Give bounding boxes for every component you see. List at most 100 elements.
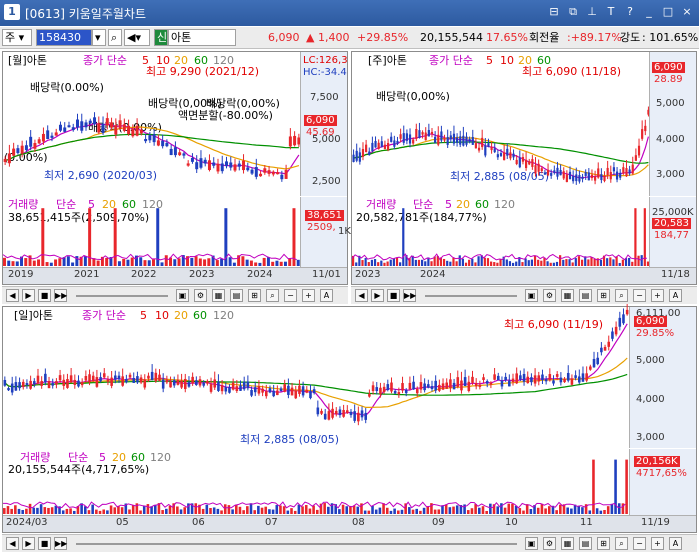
- daily-vol-bar: [43, 507, 47, 514]
- weekly-candle: [584, 172, 587, 176]
- weekly-prev-icon[interactable]: ◀: [355, 289, 368, 302]
- daily-text-size-icon[interactable]: A: [669, 537, 682, 550]
- monthly-search-icon[interactable]: ⌕: [266, 289, 279, 302]
- monthly-vol-bar: [164, 255, 168, 266]
- weekly-search-icon[interactable]: ⌕: [615, 289, 628, 302]
- monthly-text-size-icon[interactable]: A: [320, 289, 333, 302]
- weekly-settings-icon[interactable]: ⚙: [543, 289, 556, 302]
- weekly-scroll-slider[interactable]: [425, 295, 517, 297]
- monthly-vol-bar: [156, 208, 160, 266]
- monthly-vol-bar: [254, 262, 258, 266]
- weekly-grid-icon[interactable]: ▣: [525, 289, 538, 302]
- duplicate-icon[interactable]: ⧉: [565, 4, 581, 20]
- daily-zoom-in-icon[interactable]: +: [651, 537, 664, 550]
- weekly-layout-icon[interactable]: ⊞: [597, 289, 610, 302]
- daily-candle: [482, 377, 485, 380]
- daily-vol-bar: [146, 504, 150, 514]
- monthly-layout-icon[interactable]: ⊞: [248, 289, 261, 302]
- stock-code-input[interactable]: 158430: [36, 29, 92, 46]
- monthly-settings-icon[interactable]: ⚙: [194, 289, 207, 302]
- monthly-list-icon[interactable]: ▤: [230, 289, 243, 302]
- daily-scroll-slider[interactable]: [76, 543, 517, 545]
- monthly-zoom-out-icon[interactable]: −: [284, 289, 297, 302]
- monthly-next-icon[interactable]: ▶: [22, 289, 35, 302]
- daily-vol-bar: [14, 505, 17, 514]
- daily-vol-bar: [201, 508, 205, 514]
- daily-zoom-out-icon[interactable]: −: [633, 537, 646, 550]
- daily-candle: [279, 388, 283, 392]
- weekly-candle: [393, 140, 396, 147]
- monthly-bar-icon[interactable]: ▦: [212, 289, 225, 302]
- code-dropdown-icon[interactable]: ▾: [92, 29, 106, 46]
- weekly-candle: [550, 172, 553, 176]
- weekly-text-size-icon[interactable]: A: [669, 289, 682, 302]
- daily-vol-bar: [25, 508, 28, 514]
- daily-stop-icon[interactable]: ■: [38, 537, 51, 550]
- monthly-hc: HC:-34.4: [303, 67, 347, 78]
- daily-candle: [614, 326, 618, 335]
- pin-icon[interactable]: ⊥: [584, 4, 600, 20]
- weekly-next-icon[interactable]: ▶: [371, 289, 384, 302]
- daily-candle: [548, 374, 552, 381]
- daily-search-icon[interactable]: ⌕: [615, 537, 628, 550]
- daily-layout-icon[interactable]: ⊞: [597, 537, 610, 550]
- daily-bar-icon[interactable]: ▦: [561, 537, 574, 550]
- daily-candle: [253, 387, 257, 393]
- daily-candle: [600, 347, 603, 353]
- daily-next-icon[interactable]: ▶: [22, 537, 35, 550]
- monthly-prev-icon[interactable]: ◀: [6, 289, 19, 302]
- daily-candle: [198, 379, 202, 386]
- monthly-candle: [207, 160, 211, 171]
- daily-vol-bar: [249, 503, 253, 514]
- text-icon[interactable]: T: [603, 4, 619, 20]
- link-icon[interactable]: ⊟: [546, 4, 562, 20]
- minimize-button[interactable]: _: [641, 4, 657, 20]
- weekly-candle: [443, 138, 446, 141]
- monthly-xtick-2019: 2019: [8, 269, 34, 280]
- daily-candle: [220, 385, 224, 392]
- monthly-candle: [54, 132, 58, 136]
- weekly-bar-icon[interactable]: ▦: [561, 289, 574, 302]
- stock-toolbar: 주 ▾ 158430 ▾ ⌕ ◀▾ 신 아톤 6,090 ▲ 1,400 +29…: [0, 27, 699, 49]
- daily-settings-icon[interactable]: ⚙: [543, 537, 556, 550]
- daily-grid-icon[interactable]: ▣: [525, 537, 538, 550]
- monthly-fast-forward-icon[interactable]: ▶▶: [54, 289, 67, 302]
- weekly-zoom-in-icon[interactable]: +: [651, 289, 664, 302]
- weekly-zoom-out-icon[interactable]: −: [633, 289, 646, 302]
- search-icon[interactable]: ⌕: [108, 29, 122, 46]
- daily-pct-tag: 29.85%: [636, 328, 675, 339]
- weekly-vol-tag2: 184,77: [654, 230, 689, 241]
- daily-vol-bar: [3, 508, 6, 514]
- daily-candle: [430, 386, 434, 390]
- weekly-vol-bar: [562, 259, 565, 266]
- daily-candle: [264, 391, 268, 397]
- daily-ma-line: [4, 323, 628, 417]
- market-select[interactable]: 주 ▾: [2, 29, 32, 46]
- maximize-button[interactable]: □: [660, 4, 676, 20]
- monthly-scroll-slider[interactable]: [76, 295, 168, 297]
- daily-candle: [165, 379, 169, 383]
- daily-vol-bar: [529, 509, 533, 514]
- daily-vol-tag: 20,156K: [634, 456, 680, 467]
- monthly-candle: [76, 119, 79, 128]
- weekly-candle: [430, 131, 434, 135]
- daily-prev-icon[interactable]: ◀: [6, 537, 19, 550]
- weekly-vol-bar: [643, 208, 646, 266]
- daily-candle: [574, 375, 577, 378]
- monthly-vol-bar: [122, 258, 126, 266]
- daily-list-icon[interactable]: ▤: [579, 537, 592, 550]
- help-icon[interactable]: ?: [622, 4, 638, 20]
- weekly-fast-forward-icon[interactable]: ▶▶: [403, 289, 416, 302]
- daily-candle: [474, 383, 478, 387]
- daily-fast-forward-icon[interactable]: ▶▶: [54, 537, 67, 550]
- close-button[interactable]: ×: [679, 4, 695, 20]
- daily-candle: [47, 381, 51, 389]
- weekly-list-icon[interactable]: ▤: [579, 289, 592, 302]
- daily-candle: [257, 386, 261, 394]
- monthly-zoom-in-icon[interactable]: +: [302, 289, 315, 302]
- weekly-stop-icon[interactable]: ■: [387, 289, 400, 302]
- monthly-xtick-2022: 2022: [131, 269, 157, 280]
- monthly-grid-icon[interactable]: ▣: [176, 289, 189, 302]
- monthly-stop-icon[interactable]: ■: [38, 289, 51, 302]
- speaker-icon[interactable]: ◀▾: [124, 29, 150, 46]
